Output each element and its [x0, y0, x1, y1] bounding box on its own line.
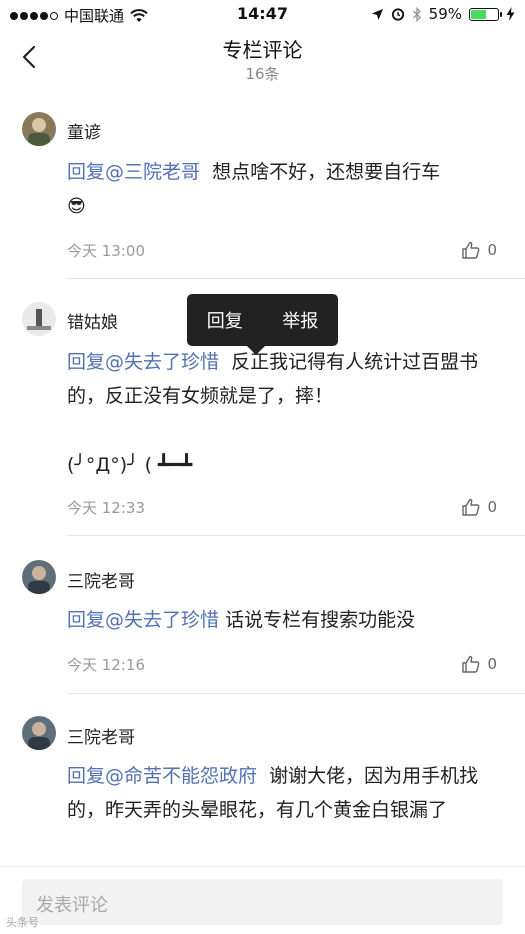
charging-icon [506, 7, 515, 21]
status-bar: 中国联通 14:47 59% [0, 0, 525, 30]
bluetooth-icon [412, 6, 421, 22]
comment-body: 回复@失去了珍惜 话说专栏有搜索功能没 [67, 603, 501, 637]
location-arrow-icon [371, 8, 383, 20]
username[interactable]: 三院老哥 [67, 723, 135, 748]
battery-percent: 59% [428, 5, 462, 23]
reply-menu-item[interactable]: 回复 [187, 307, 263, 333]
comment-count: 16条 [245, 65, 280, 83]
page-title: 专栏评论 [222, 38, 303, 62]
username[interactable]: 错姑娘 [67, 308, 118, 333]
thumbs-up-icon [462, 655, 480, 673]
thumbs-up-icon [462, 498, 480, 516]
like-button[interactable]: 0 [461, 240, 497, 260]
reply-mention[interactable]: 回复@失去了珍惜 [67, 351, 219, 373]
emoji-sunglasses: 😎 [67, 196, 86, 217]
context-menu: 回复 举报 [187, 294, 339, 355]
avatar[interactable] [22, 112, 56, 146]
comment-time: 今天 13:00 [67, 242, 145, 260]
comment-body: 回复@三院老哥 想点啥不好，还想要自行车 😎 [67, 155, 501, 224]
divider [67, 535, 525, 536]
like-count: 0 [487, 655, 497, 673]
kaomoji-line: (╯°Д°)╯ ( ┻━┻ [67, 454, 193, 476]
comment-input[interactable]: 发表评论 [22, 879, 503, 925]
divider [67, 693, 525, 694]
comment-body: 回复@命苦不能怨政府 谢谢大佬，因为用手机找的，昨天弄的头晕眼花，有几个黄金白银… [67, 759, 501, 827]
comment-item[interactable]: 童谚 回复@三院老哥 想点啥不好，还想要自行车 😎 今天 13:00 0 [0, 110, 525, 280]
comment-time: 今天 12:33 [67, 499, 145, 517]
reply-mention[interactable]: 回复@命苦不能怨政府 [67, 765, 257, 787]
username[interactable]: 三院老哥 [67, 567, 135, 592]
like-count: 0 [487, 498, 497, 516]
nav-bar: 专栏评论 16条 [0, 30, 525, 90]
reply-mention[interactable]: 回复@失去了珍惜 [67, 609, 219, 631]
report-menu-item[interactable]: 举报 [263, 307, 339, 333]
like-count: 0 [487, 241, 497, 259]
username[interactable]: 童谚 [67, 118, 101, 143]
comment-time: 今天 12:16 [67, 656, 145, 674]
avatar[interactable] [22, 560, 56, 594]
divider [67, 278, 525, 279]
like-button[interactable]: 0 [461, 654, 497, 674]
reply-mention[interactable]: 回复@三院老哥 [67, 161, 200, 183]
battery-icon [469, 7, 502, 21]
comment-text: 话说专栏有搜索功能没 [225, 609, 416, 631]
avatar[interactable] [22, 716, 56, 750]
avatar[interactable] [22, 302, 56, 336]
thumbs-up-icon [462, 241, 480, 259]
like-button[interactable]: 0 [461, 497, 497, 517]
watermark: 头条号 [6, 916, 39, 929]
comment-text: 想点啥不好，还想要自行车 [212, 161, 441, 183]
comment-body: 回复@失去了珍惜 反正我记得有人统计过百盟书的，反正没有女频就是了，摔！ [67, 345, 501, 413]
comment-item[interactable]: 三院老哥 回复@失去了珍惜 话说专栏有搜索功能没 今天 12:16 0 [0, 560, 525, 695]
comment-input-bar: 发表评论 头条号 [0, 866, 525, 934]
comment-item[interactable]: 三院老哥 回复@命苦不能怨政府 谢谢大佬，因为用手机找的，昨天弄的头晕眼花，有几… [0, 716, 525, 866]
alarm-icon [391, 8, 404, 21]
status-right: 59% [371, 5, 515, 23]
